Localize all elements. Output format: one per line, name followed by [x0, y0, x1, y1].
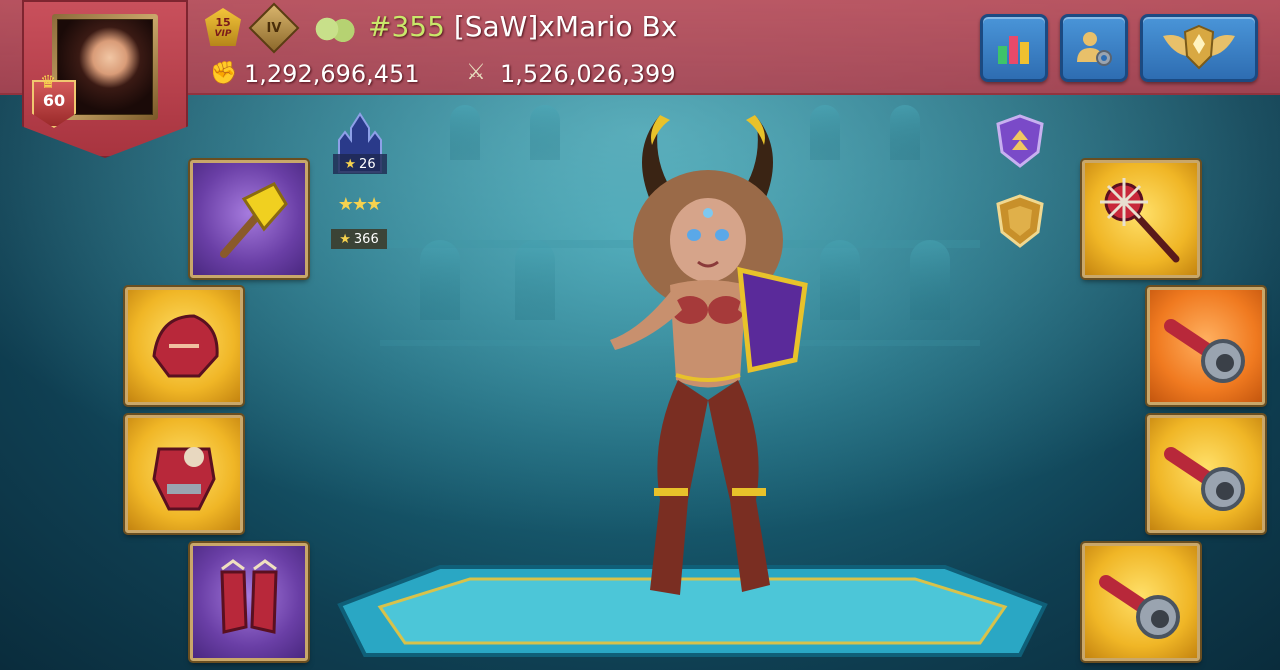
three-stars-icon[interactable]: ★★★: [326, 194, 392, 222]
dragon-helmet-icon: [152, 314, 219, 378]
spiked-mace-icon: [1100, 178, 1180, 263]
cannon-icon: [1099, 575, 1180, 639]
star-total-value: 366: [353, 231, 379, 247]
hero-character[interactable]: [590, 110, 830, 610]
bar-chart-icon: [998, 36, 1029, 64]
winged-shield-icon: [1163, 24, 1235, 70]
stats-button[interactable]: [980, 14, 1048, 82]
equipment-slot-accessory-1[interactable]: [1147, 287, 1265, 405]
honor-badge-button[interactable]: [1140, 14, 1258, 82]
vip-label: VIP: [214, 28, 232, 39]
total-star-count: ★ 366: [331, 229, 387, 249]
power-value: 1,292,696,451: [244, 60, 420, 88]
chest-armor-icon: [152, 447, 216, 511]
equipment-slot-weapon[interactable]: [190, 160, 308, 278]
golden-hammer-icon: [220, 182, 288, 258]
power-fist-icon: ✊: [210, 61, 238, 86]
cannon-icon: [1164, 319, 1245, 383]
spiked-boots-icon: [220, 559, 278, 634]
star-icon: ★: [344, 156, 357, 172]
equipment-slot-accessory-3[interactable]: [1082, 543, 1200, 661]
gold-shield-badge-icon[interactable]: [996, 194, 1044, 248]
equipment-slot-armor[interactable]: [125, 415, 243, 533]
equipment-slot-helmet[interactable]: [125, 287, 243, 405]
guild-rank: #355: [368, 10, 445, 43]
crossed-swords-icon: ⚔: [466, 60, 486, 85]
guild-clover-icon: [315, 14, 355, 44]
profile-settings-button[interactable]: [1060, 14, 1128, 82]
castle-star-count: ★ 26: [333, 154, 387, 174]
player-level: 60: [42, 90, 66, 110]
equipment-slot-boots[interactable]: [190, 543, 308, 661]
star-icon: ★: [339, 231, 351, 247]
player-name-line: #355 [SaW]xMario Bx: [368, 10, 677, 43]
vip-level: 15: [215, 15, 231, 29]
purple-rank-badge-icon[interactable]: [996, 114, 1044, 168]
equipment-slot-off-hand[interactable]: [1082, 160, 1200, 278]
crown-icon: ♛: [40, 72, 57, 93]
equipment-slot-accessory-2[interactable]: [1147, 415, 1265, 533]
kills-value: 1,526,026,399: [500, 60, 676, 88]
castle-stars-value: 26: [359, 156, 376, 172]
cannon-icon: [1164, 447, 1245, 511]
player-name: [SaW]xMario Bx: [453, 10, 678, 43]
rank-label[interactable]: IV: [256, 10, 292, 46]
user-gear-icon: [1077, 32, 1112, 66]
